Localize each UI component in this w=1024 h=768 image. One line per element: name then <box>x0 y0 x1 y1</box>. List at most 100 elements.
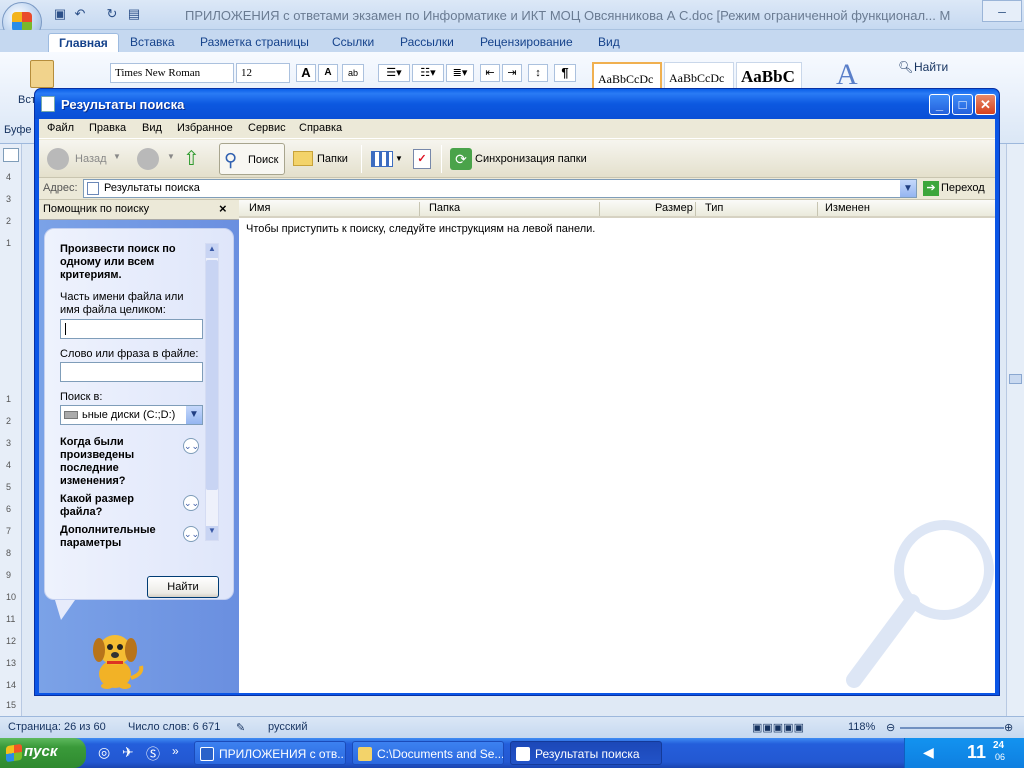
task-search-results[interactable]: Результаты поиска <box>510 741 662 765</box>
col-type[interactable]: Тип <box>705 202 723 214</box>
tray-arrow-icon[interactable]: ◀ <box>923 744 934 761</box>
column-divider[interactable] <box>695 202 696 216</box>
menu-view[interactable]: Вид <box>142 122 162 134</box>
start-button[interactable]: пуск <box>0 738 86 768</box>
explorer-titlebar[interactable]: Результаты поиска _ □ ✕ <box>35 89 999 119</box>
more-quicklaunch-icon[interactable]: » <box>172 744 179 758</box>
grow-font-icon[interactable]: A <box>296 64 316 82</box>
increase-indent-icon[interactable]: ⇥ <box>502 64 522 82</box>
paragraph-marks-icon[interactable]: ¶ <box>554 64 576 82</box>
back-button[interactable]: Назад <box>45 143 121 175</box>
scroll-down-icon[interactable]: ▼ <box>206 526 218 540</box>
tab-insert[interactable]: Вставка <box>120 33 185 52</box>
change-styles-icon[interactable]: A <box>836 58 870 92</box>
expand-when-modified-icon[interactable]: ⌄⌄ <box>183 438 199 454</box>
ruler-toggle-icon[interactable] <box>3 148 19 162</box>
forward-dropdown-icon[interactable]: ▼ <box>167 152 175 161</box>
phrase-input[interactable] <box>60 362 203 382</box>
find-button[interactable]: Найти <box>147 576 219 598</box>
look-in-dropdown-icon[interactable]: ▼ <box>186 406 202 424</box>
views-button[interactable]: ▼ <box>369 143 403 175</box>
maximize-button[interactable]: □ <box>952 94 973 115</box>
menu-help[interactable]: Справка <box>299 122 342 134</box>
sync-folder-button[interactable]: ⟳ Синхронизация папки <box>447 143 597 175</box>
tab-view[interactable]: Вид <box>588 33 630 52</box>
back-dropdown-icon[interactable]: ▼ <box>113 152 121 161</box>
col-modified[interactable]: Изменен <box>825 202 870 214</box>
word-find-label[interactable]: Найти <box>914 60 948 74</box>
look-in-select[interactable]: ьные диски (C:;D:) ▼ <box>60 405 203 425</box>
tab-page-layout[interactable]: Разметка страницы <box>190 33 319 52</box>
expand-more-options-icon[interactable]: ⌄⌄ <box>183 526 199 542</box>
go-label: Переход <box>941 182 985 194</box>
file-size-label[interactable]: Какой размер файла? <box>60 493 170 519</box>
expand-size-icon[interactable]: ⌄⌄ <box>183 495 199 511</box>
status-language[interactable]: русский <box>268 721 307 733</box>
menu-favorites[interactable]: Избранное <box>177 122 233 134</box>
address-input[interactable]: Результаты поиска ▼ <box>83 179 917 198</box>
opera-icon[interactable]: ◎ <box>98 744 110 761</box>
numbering-icon[interactable]: ☷▾ <box>412 64 444 82</box>
save-icon[interactable]: ▣ <box>52 6 68 22</box>
font-size-select[interactable]: 12 <box>236 63 290 83</box>
print-preview-icon[interactable]: ▤ <box>126 6 142 22</box>
font-name-select[interactable]: Times New Roman <box>110 63 234 83</box>
tab-references[interactable]: Ссылки <box>322 33 384 52</box>
column-divider[interactable] <box>599 202 600 216</box>
address-dropdown-icon[interactable]: ▼ <box>900 180 916 197</box>
col-folder[interactable]: Папка <box>429 202 460 214</box>
column-divider[interactable] <box>817 202 818 216</box>
checklist-button[interactable]: ✓ <box>411 143 435 175</box>
decrease-indent-icon[interactable]: ⇤ <box>480 64 500 82</box>
zoom-level[interactable]: 118% <box>848 721 875 733</box>
scroll-up-icon[interactable]: ▲ <box>206 244 218 258</box>
multilevel-list-icon[interactable]: ≣▾ <box>446 64 474 82</box>
up-folder-icon[interactable]: ⇧ <box>183 143 209 175</box>
paste-icon[interactable] <box>30 60 54 88</box>
clear-format-icon[interactable]: ab <box>342 64 364 82</box>
messenger-icon[interactable]: ✈ <box>122 744 134 761</box>
search-button[interactable]: ⚲ Поиск <box>219 143 285 175</box>
menu-tools[interactable]: Сервис <box>248 122 286 134</box>
redo-icon[interactable]: ↻ <box>104 6 120 22</box>
close-button[interactable]: ✕ <box>975 94 996 115</box>
task-word[interactable]: ПРИЛОЖЕНИЯ с отв... <box>194 741 346 765</box>
col-size[interactable]: Размер <box>655 202 693 214</box>
undo-icon[interactable]: ↶ <box>72 6 88 22</box>
when-modified-label[interactable]: Когда были произведены последние изменен… <box>60 436 170 488</box>
col-name[interactable]: Имя <box>249 202 270 214</box>
tab-mailings[interactable]: Рассылки <box>390 33 464 52</box>
status-page[interactable]: Страница: 26 из 60 <box>8 721 106 733</box>
zoom-slider[interactable] <box>900 727 1004 729</box>
bullets-icon[interactable]: ☰▾ <box>378 64 410 82</box>
skype-icon[interactable]: Ⓢ <box>146 744 160 764</box>
view-buttons-icon[interactable]: ▣▣▣▣▣ <box>752 721 804 734</box>
task-documents-folder[interactable]: C:\Documents and Se... <box>352 741 504 765</box>
tab-home[interactable]: Главная <box>48 33 119 52</box>
filename-input[interactable] <box>60 319 203 339</box>
menu-edit[interactable]: Правка <box>89 122 126 134</box>
more-options-label[interactable]: Дополнительные параметры <box>60 524 170 550</box>
folders-button[interactable]: Папки <box>289 143 353 175</box>
scroll-thumb[interactable] <box>1009 374 1022 384</box>
shrink-font-icon[interactable]: A <box>318 64 338 82</box>
zoom-in-icon[interactable]: ⊕ <box>1004 721 1013 734</box>
find-icon[interactable]: 🔍︎ <box>898 60 913 74</box>
go-button[interactable]: ➔ Переход <box>921 179 995 198</box>
word-minimize-button[interactable]: – <box>982 0 1022 22</box>
minimize-button[interactable]: _ <box>929 94 950 115</box>
scroll-thumb[interactable] <box>206 260 218 490</box>
sort-icon[interactable]: ↕ <box>528 64 548 82</box>
status-words[interactable]: Число слов: 6 671 <box>128 721 220 733</box>
tab-review[interactable]: Рецензирование <box>470 33 583 52</box>
search-dog-icon[interactable] <box>85 628 149 690</box>
column-divider[interactable] <box>419 202 420 216</box>
close-pane-icon[interactable]: × <box>219 201 227 216</box>
search-pane-header: Помощник по поиску × <box>39 200 239 220</box>
forward-button[interactable] <box>135 143 165 175</box>
zoom-out-icon[interactable]: ⊖ <box>886 721 895 734</box>
word-vertical-scrollbar[interactable] <box>1006 144 1024 716</box>
spellcheck-icon[interactable]: ✎ <box>236 721 245 734</box>
menu-file[interactable]: Файл <box>47 122 74 134</box>
search-pane-scrollbar[interactable]: ▲ ▼ <box>205 243 219 541</box>
